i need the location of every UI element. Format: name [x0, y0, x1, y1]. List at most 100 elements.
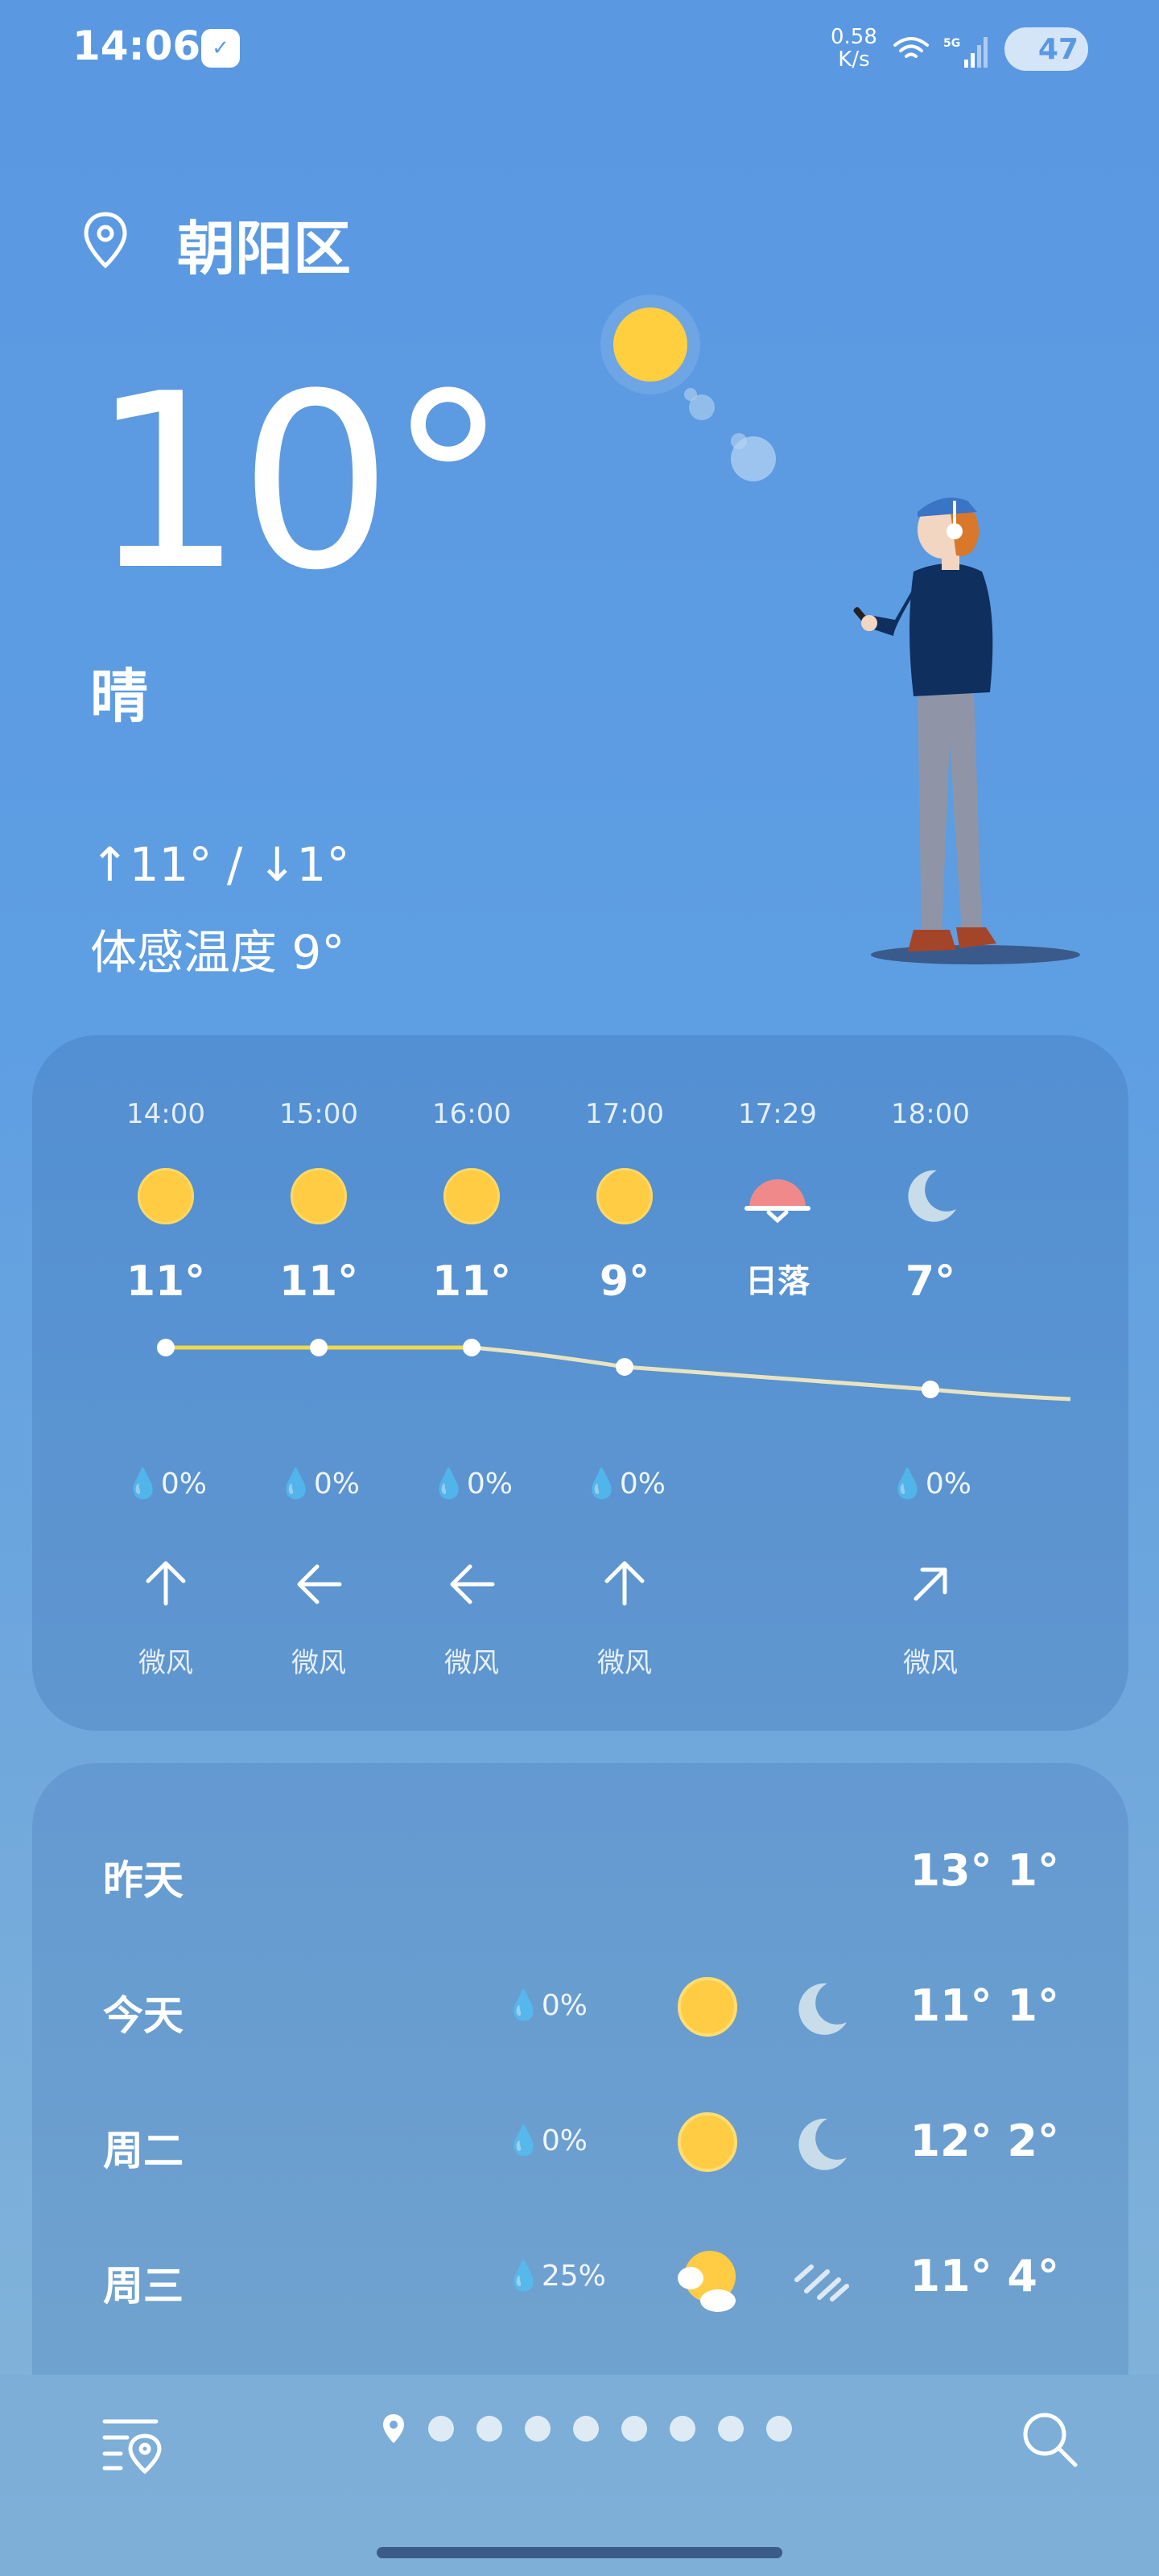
hour-rain-chance: 💧0% — [125, 1468, 207, 1501]
hour-time: 15:00 — [279, 1098, 358, 1130]
sunset-icon — [705, 1162, 850, 1230]
wind-icon — [794, 2264, 849, 2301]
hour-rain-chance: 💧0% — [584, 1468, 666, 1501]
daily-row[interactable]: 周二 💧0% 12° 2° — [32, 2095, 1128, 2191]
day-label: 昨天 — [103, 1857, 184, 1904]
hourly-item[interactable]: 17:29 日落 — [705, 1098, 850, 1306]
location-pin-icon[interactable] — [82, 211, 129, 269]
day-high-low: 12° 2° — [909, 2116, 1059, 2166]
page-dot[interactable] — [428, 2416, 454, 2442]
raindrop-icon: 💧 — [278, 1468, 314, 1501]
wifi-icon — [893, 37, 929, 58]
hour-wind-label: 微风 — [903, 1647, 958, 1679]
raindrop-icon: 💧 — [505, 2260, 542, 2293]
hour-temperature: 11° — [126, 1257, 206, 1306]
page-dot[interactable] — [476, 2416, 502, 2442]
sun-icon — [93, 1162, 238, 1230]
page-dot[interactable] — [766, 2416, 792, 2442]
sun-icon — [246, 1162, 391, 1230]
wind-direction-left-icon — [450, 1564, 495, 1604]
hour-wind-label: 微风 — [291, 1647, 346, 1679]
battery-indicator: 47 — [1004, 27, 1088, 71]
page-dot[interactable] — [525, 2416, 551, 2442]
hourly-item[interactable]: 14:00 11° — [93, 1098, 238, 1306]
page-dot[interactable] — [670, 2416, 695, 2442]
day-label: 周二 — [103, 2128, 184, 2174]
person-illustration — [853, 497, 1080, 964]
day-high-low: 11° 4° — [909, 2251, 1059, 2301]
temperature-curve — [157, 1339, 1071, 1402]
day-rain-chance: 💧0% — [505, 2124, 588, 2157]
partly-cloudy-icon — [678, 2251, 736, 2312]
search-icon[interactable] — [1017, 2407, 1082, 2471]
hourly-item[interactable]: 15:00 11° — [246, 1098, 391, 1306]
raindrop-icon: 💧 — [431, 1468, 467, 1501]
hour-event-label: 日落 — [745, 1263, 810, 1300]
bottom-navigation-bar — [0, 2375, 1159, 2576]
day-label: 周三 — [103, 2263, 184, 2310]
daily-row[interactable]: 周三 💧25% 11° 4° — [32, 2230, 1128, 2326]
sun-icon — [678, 2112, 737, 2172]
hour-time: 17:00 — [585, 1098, 664, 1130]
day-high-low: 11° 1° — [909, 1980, 1059, 2031]
raindrop-icon: 💧 — [125, 1468, 161, 1501]
home-indicator[interactable] — [377, 2547, 782, 2558]
hour-rain-chance: 💧0% — [889, 1468, 971, 1501]
hour-temperature: 9° — [599, 1257, 650, 1306]
notification-app-icon: ✓ — [201, 29, 240, 68]
sun-icon — [399, 1162, 544, 1230]
hour-temperature: 7° — [905, 1257, 956, 1306]
moon-icon — [798, 1983, 847, 2035]
hourly-item[interactable]: 17:00 9° — [552, 1098, 697, 1306]
hour-temperature: 11° — [431, 1257, 512, 1306]
city-list-icon[interactable] — [100, 2412, 164, 2476]
hour-temperature: 11° — [278, 1257, 359, 1306]
page-dot[interactable] — [573, 2416, 599, 2442]
wind-direction-left-icon — [297, 1564, 342, 1604]
location-name[interactable]: 朝阳区 — [177, 201, 351, 286]
hour-rain-chance: 💧0% — [431, 1468, 513, 1501]
moon-icon — [858, 1162, 1003, 1230]
wind-direction-up-icon — [604, 1561, 645, 1606]
sun-icon — [678, 1977, 737, 2037]
day-label: 今天 — [103, 1992, 184, 2039]
high-low-temperature: ↑11° / ↓1° — [90, 837, 350, 892]
hour-time: 17:29 — [738, 1098, 817, 1130]
raindrop-icon: 💧 — [505, 2124, 542, 2157]
network-speed-value: 0.58 — [831, 25, 877, 49]
network-speed: 0.58 K/s — [831, 26, 877, 71]
page-dot[interactable] — [718, 2416, 744, 2442]
page-dot[interactable] — [621, 2416, 647, 2442]
status-time: 14:06 — [72, 23, 201, 69]
current-temperature: 10° — [90, 342, 509, 623]
network-speed-unit: K/s — [838, 47, 870, 72]
battery-level: 47 — [1037, 32, 1079, 66]
daily-row[interactable]: 昨天 13° 1° — [32, 1824, 1128, 1921]
feels-like-temperature: 体感温度 9° — [90, 925, 345, 980]
hourly-item[interactable]: 16:00 11° — [399, 1098, 544, 1306]
weather-illustration — [600, 295, 1080, 964]
signal-icons: 5G — [893, 37, 988, 68]
raindrop-icon: 💧 — [889, 1468, 926, 1501]
hour-time: 18:00 — [891, 1098, 970, 1130]
current-location-dot-icon — [383, 2414, 404, 2443]
day-rain-chance: 💧25% — [505, 2260, 606, 2293]
hour-wind-label: 微风 — [597, 1647, 652, 1679]
hour-wind-label: 微风 — [138, 1647, 193, 1679]
day-rain-chance: 💧0% — [505, 1989, 588, 2022]
hour-time: 16:00 — [432, 1098, 511, 1130]
hour-rain-chance: 💧0% — [278, 1468, 360, 1501]
day-high-low: 13° 1° — [909, 1845, 1059, 1896]
hour-wind-label: 微风 — [444, 1647, 499, 1679]
weather-condition: 晴 — [90, 663, 149, 730]
wind-direction-upright-icon — [914, 1567, 947, 1601]
raindrop-icon: 💧 — [584, 1468, 620, 1501]
page-indicator[interactable] — [382, 2409, 792, 2449]
hourly-item[interactable]: 18:00 7° — [858, 1098, 1003, 1306]
cell-signal-icon — [964, 37, 988, 68]
hour-time: 14:00 — [126, 1098, 205, 1130]
sun-illustration — [600, 295, 776, 481]
moon-icon — [798, 2118, 847, 2170]
wind-direction-up-icon — [146, 1561, 186, 1606]
daily-row[interactable]: 今天 💧0% 11° 1° — [32, 1959, 1128, 2056]
